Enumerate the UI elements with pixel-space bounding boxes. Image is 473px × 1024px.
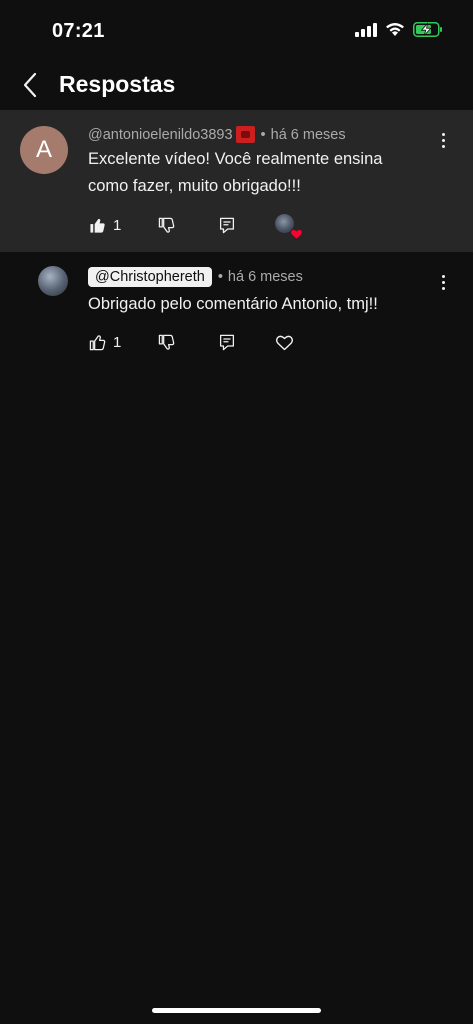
- reply-reply-button[interactable]: [219, 334, 235, 351]
- status-icons: [355, 22, 443, 37]
- cellular-signal-icon: [355, 22, 377, 37]
- header: Respostas: [0, 62, 473, 108]
- heart-outline-icon: [276, 335, 294, 351]
- creator-heart-container: [275, 214, 304, 240]
- more-dot-icon: [441, 132, 445, 136]
- reply-time: há 6 meses: [227, 269, 303, 285]
- thumbs-up-icon: [89, 335, 106, 351]
- more-dot-icon: [441, 274, 445, 278]
- reply-actions: 1: [89, 334, 294, 351]
- reply-meta: @Christophereth • há 6 meses: [88, 267, 303, 287]
- comment-text-line: Excelente vídeo! Você realmente ensina: [88, 150, 383, 168]
- more-options-button[interactable]: [433, 128, 453, 152]
- reply-like-button[interactable]: 1: [89, 334, 121, 351]
- thumbs-down-icon: [159, 217, 175, 233]
- comment-author[interactable]: @antonioelenildo3893: [88, 127, 233, 143]
- chevron-left-icon: [23, 72, 37, 98]
- back-button[interactable]: [14, 68, 46, 102]
- member-badge-icon: [235, 126, 255, 143]
- page-title: Respostas: [59, 71, 176, 97]
- comment-text: Excelente vídeo! Você realmente ensina c…: [88, 146, 382, 200]
- reply-more-options-button[interactable]: [433, 270, 453, 294]
- like-count: 1: [113, 216, 122, 234]
- like-button[interactable]: 1: [89, 217, 121, 234]
- status-bar: 07:21: [0, 0, 473, 62]
- heart-icon: [290, 228, 304, 240]
- reply-like-count: 1: [113, 334, 122, 351]
- comment-meta: @antonioelenildo3893 • há 6 meses: [88, 126, 346, 143]
- more-dot-icon: [441, 138, 445, 142]
- home-indicator[interactable]: [152, 1008, 321, 1013]
- reply-author-chip[interactable]: @Christophereth: [88, 267, 212, 287]
- status-time: 07:21: [52, 20, 105, 42]
- avatar[interactable]: A: [20, 126, 68, 174]
- reply-button[interactable]: [219, 217, 235, 234]
- reply-dislike-button[interactable]: [158, 334, 175, 351]
- reply-comment-icon: [220, 217, 235, 233]
- battery-charging-icon: [413, 22, 442, 37]
- more-dot-icon: [441, 286, 445, 290]
- comment-text-line: como fazer, muito obrigado!!!: [88, 177, 301, 195]
- more-dot-icon: [441, 144, 445, 148]
- creator-heart: [275, 214, 304, 240]
- thumbs-down-icon: [159, 334, 175, 350]
- dislike-button[interactable]: [158, 217, 175, 234]
- comment-time: há 6 meses: [270, 126, 346, 143]
- reply-comment-icon: [220, 334, 235, 351]
- more-dot-icon: [441, 280, 445, 284]
- meta-separator: •: [260, 126, 266, 143]
- parent-comment: A @antonioelenildo3893 • há 6 meses Exce…: [0, 110, 473, 252]
- heart-button[interactable]: [275, 334, 294, 351]
- thumbs-up-filled-icon: [90, 218, 105, 233]
- meta-separator: •: [217, 269, 223, 285]
- wifi-icon: [386, 23, 404, 36]
- reply-avatar[interactable]: [38, 266, 68, 296]
- reply-text: Obrigado pelo comentário Antonio, tmj!!: [88, 295, 378, 313]
- comment-actions: 1: [89, 214, 304, 240]
